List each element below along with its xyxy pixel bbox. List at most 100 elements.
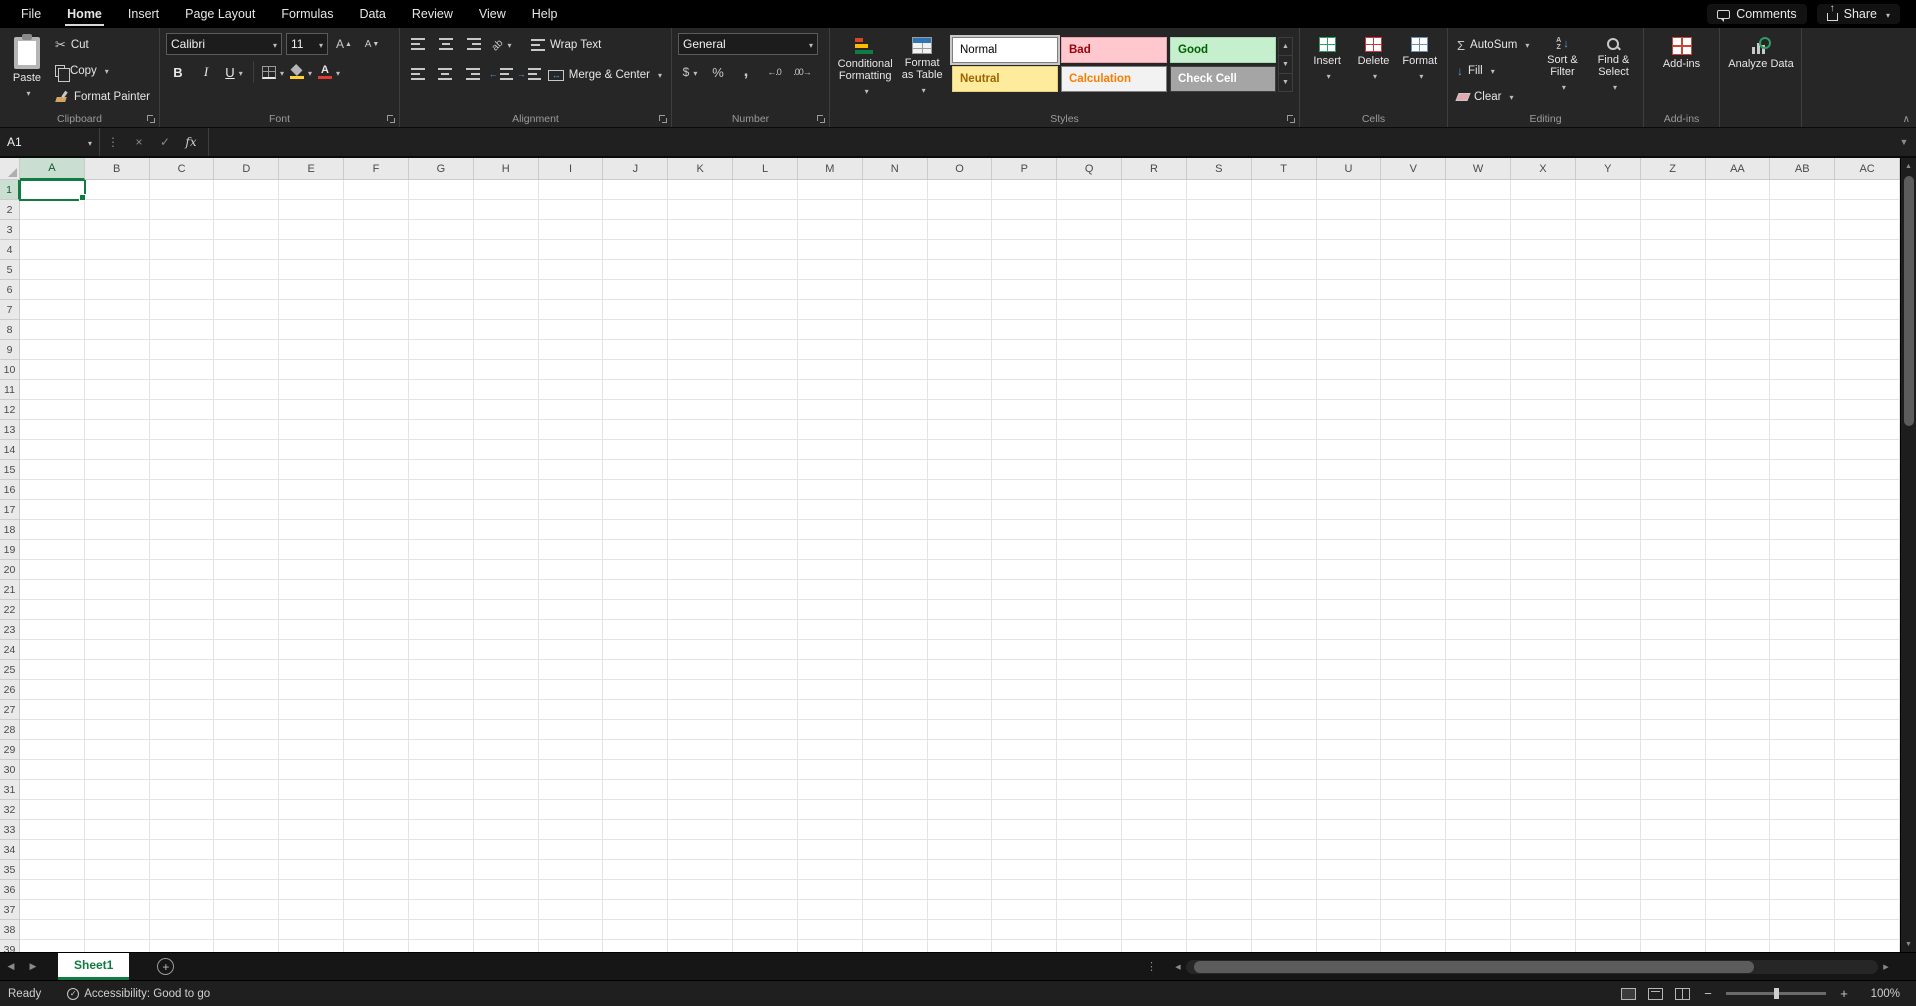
cell-e21[interactable] [279, 580, 345, 600]
cell-l30[interactable] [733, 760, 798, 780]
cell-x31[interactable] [1511, 780, 1576, 800]
cell-m24[interactable] [797, 640, 863, 660]
cell-n28[interactable] [862, 720, 928, 740]
cell-h7[interactable] [473, 300, 539, 320]
cell-g1[interactable] [408, 180, 474, 200]
cell-n6[interactable] [862, 280, 928, 300]
cell-v1[interactable] [1381, 180, 1447, 200]
cell-g2[interactable] [408, 200, 474, 220]
new-sheet-button[interactable]: + [157, 958, 175, 975]
cell-v38[interactable] [1381, 920, 1447, 940]
cell-l22[interactable] [733, 600, 798, 620]
cell-w39[interactable] [1446, 940, 1512, 952]
cell-h25[interactable] [473, 660, 539, 680]
cell-l2[interactable] [733, 200, 798, 220]
cell-o12[interactable] [927, 400, 993, 420]
cell-u18[interactable] [1316, 520, 1382, 540]
cell-t19[interactable] [1251, 540, 1317, 560]
cell-p12[interactable] [992, 400, 1058, 420]
decrease-font-button[interactable]: A ▼ [360, 33, 384, 55]
cell-k33[interactable] [668, 820, 734, 840]
cell-w32[interactable] [1446, 800, 1512, 820]
cell-v8[interactable] [1381, 320, 1447, 340]
cell-h14[interactable] [473, 440, 539, 460]
cell-b37[interactable] [84, 900, 150, 920]
cell-e29[interactable] [279, 740, 345, 760]
cell-r24[interactable] [1122, 640, 1187, 660]
copy-button[interactable]: Copy [52, 59, 153, 83]
cell-a11[interactable] [20, 380, 85, 400]
cell-x6[interactable] [1511, 280, 1576, 300]
cell-z26[interactable] [1640, 680, 1706, 700]
cell-aa4[interactable] [1705, 240, 1771, 260]
cell-aa6[interactable] [1705, 280, 1771, 300]
cell-g15[interactable] [408, 460, 474, 480]
cell-aa1[interactable] [1705, 180, 1771, 200]
cell-v31[interactable] [1381, 780, 1447, 800]
cell-n4[interactable] [862, 240, 928, 260]
cell-o33[interactable] [927, 820, 993, 840]
cell-o13[interactable] [927, 420, 993, 440]
cell-h11[interactable] [473, 380, 539, 400]
cell-j24[interactable] [603, 640, 669, 660]
cell-z14[interactable] [1640, 440, 1706, 460]
cell-m34[interactable] [797, 840, 863, 860]
style-good[interactable]: Good [1170, 37, 1276, 63]
cell-m39[interactable] [797, 940, 863, 952]
fill-color-button[interactable] [289, 61, 313, 83]
cell-u3[interactable] [1316, 220, 1382, 240]
cell-l38[interactable] [733, 920, 798, 940]
cell-g32[interactable] [408, 800, 474, 820]
cell-h10[interactable] [473, 360, 539, 380]
cell-f11[interactable] [344, 380, 409, 400]
cell-ac3[interactable] [1835, 220, 1900, 240]
cell-m5[interactable] [797, 260, 863, 280]
cell-w34[interactable] [1446, 840, 1512, 860]
cell-g17[interactable] [408, 500, 474, 520]
cell-v4[interactable] [1381, 240, 1447, 260]
cell-ab4[interactable] [1770, 240, 1836, 260]
cell-w31[interactable] [1446, 780, 1512, 800]
cell-z35[interactable] [1640, 860, 1706, 880]
cell-a13[interactable] [20, 420, 85, 440]
cell-p5[interactable] [992, 260, 1058, 280]
cell-a27[interactable] [20, 700, 85, 720]
cell-s21[interactable] [1186, 580, 1252, 600]
cell-n16[interactable] [862, 480, 928, 500]
cell-ab18[interactable] [1770, 520, 1836, 540]
cell-k29[interactable] [668, 740, 734, 760]
cell-q16[interactable] [1057, 480, 1123, 500]
cell-v20[interactable] [1381, 560, 1447, 580]
cell-e6[interactable] [279, 280, 345, 300]
cell-c21[interactable] [149, 580, 215, 600]
cell-x37[interactable] [1511, 900, 1576, 920]
cell-a37[interactable] [20, 900, 85, 920]
cell-h23[interactable] [473, 620, 539, 640]
cell-d23[interactable] [214, 620, 280, 640]
cell-u35[interactable] [1316, 860, 1382, 880]
cell-j33[interactable] [603, 820, 669, 840]
cell-q3[interactable] [1057, 220, 1123, 240]
paste-button[interactable]: Paste [6, 33, 48, 109]
cell-g12[interactable] [408, 400, 474, 420]
cell-u11[interactable] [1316, 380, 1382, 400]
cell-r35[interactable] [1122, 860, 1187, 880]
style-bad[interactable]: Bad [1061, 37, 1167, 63]
cell-q6[interactable] [1057, 280, 1123, 300]
cell-a25[interactable] [20, 660, 85, 680]
cell-a3[interactable] [20, 220, 85, 240]
cell-x33[interactable] [1511, 820, 1576, 840]
cell-v23[interactable] [1381, 620, 1447, 640]
cell-j5[interactable] [603, 260, 669, 280]
horizontal-scroll-thumb[interactable] [1194, 961, 1754, 973]
cell-h16[interactable] [473, 480, 539, 500]
cell-p8[interactable] [992, 320, 1058, 340]
cell-ac7[interactable] [1835, 300, 1900, 320]
cell-c36[interactable] [149, 880, 215, 900]
cell-b34[interactable] [84, 840, 150, 860]
vertical-scrollbar[interactable]: ▲ ▼ [1900, 158, 1916, 952]
cell-y4[interactable] [1575, 240, 1641, 260]
cell-ac30[interactable] [1835, 760, 1900, 780]
cell-j37[interactable] [603, 900, 669, 920]
row-header-9[interactable]: 9 [0, 340, 20, 360]
